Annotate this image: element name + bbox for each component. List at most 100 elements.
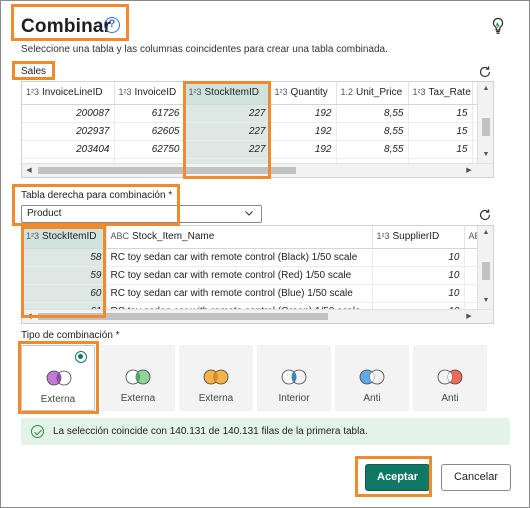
join-option-label: Externa: [120, 393, 156, 404]
table-cell: 62605: [114, 122, 185, 141]
table-cell: 192: [270, 104, 337, 123]
refresh-icon[interactable]: [478, 65, 492, 79]
decimal-type-icon: 1.2: [340, 87, 354, 98]
join-option-label: Externa: [40, 394, 76, 405]
column-header-supplierid[interactable]: 1²3 SupplierID: [372, 226, 465, 249]
table-cell: 200087: [22, 104, 115, 123]
join-option-full-outer[interactable]: Externa: [179, 345, 253, 411]
horizontal-scrollbar[interactable]: ◀ ▶: [22, 163, 493, 177]
table-cell: 15: [408, 104, 473, 123]
table-cell: 62750: [114, 140, 185, 159]
accept-button[interactable]: Aceptar: [365, 464, 430, 491]
scrollbar-thumb[interactable]: [482, 262, 490, 280]
join-option-right-outer[interactable]: Externa: [101, 345, 175, 411]
cancel-button[interactable]: Cancelar: [441, 464, 511, 491]
refresh-icon[interactable]: [478, 208, 492, 222]
table-cell: 227: [184, 140, 271, 159]
join-option-left-anti[interactable]: Anti: [335, 345, 409, 411]
scroll-right-icon[interactable]: ▶: [464, 166, 474, 176]
merge-dialog: Combinar ? Seleccione una tabla y las co…: [0, 0, 530, 508]
table-cell: 60: [22, 284, 107, 303]
lightbulb-icon[interactable]: [491, 17, 505, 35]
scroll-down-icon[interactable]: ▼: [481, 150, 491, 160]
right-table-preview: 1²3 StockItemID ABC Stock_Item_Name 1²3 Sup…: [21, 225, 494, 324]
table-cell: RC toy sedan car with remote control (Re…: [106, 266, 373, 285]
table-cell: 192: [270, 140, 337, 159]
scrollbar-thumb[interactable]: [38, 313, 328, 320]
table-cell: 10: [372, 284, 465, 303]
venn-left-anti-icon: [359, 369, 385, 385]
column-name: Stock_Item_Name: [132, 231, 215, 243]
help-icon[interactable]: ?: [104, 17, 120, 33]
scrollbar-thumb[interactable]: [482, 118, 490, 136]
vertical-scrollbar[interactable]: ▲ ▼: [477, 226, 493, 309]
column-header-quantity[interactable]: 1²3 Quantity: [270, 82, 337, 105]
right-table-dropdown[interactable]: Product: [21, 205, 262, 223]
column-name: Tax_Rate: [428, 87, 471, 99]
column-header-unit-price[interactable]: 1.2 Unit_Price: [336, 82, 409, 105]
whole-number-type-icon: 1²3: [26, 87, 40, 98]
horizontal-scrollbar[interactable]: ◀ ▶: [22, 309, 493, 323]
column-name: Quantity: [290, 87, 328, 99]
check-circle-icon: [31, 425, 44, 438]
column-name: StockItemID: [204, 87, 259, 99]
join-option-inner[interactable]: Interior: [257, 345, 331, 411]
column-header-tax-rate[interactable]: 1²3 Tax_Rate: [408, 82, 473, 105]
table-cell: RC toy sedan car with remote control (Bl…: [106, 248, 373, 267]
scroll-left-icon[interactable]: ◀: [24, 166, 34, 176]
match-status-text: La selección coincide con 140.131 de 140…: [53, 426, 368, 437]
join-option-label: Interior: [278, 393, 310, 404]
join-option-label: Anti: [363, 393, 381, 404]
join-option-right-anti[interactable]: Anti: [413, 345, 487, 411]
table-cell: 15: [408, 140, 473, 159]
dialog-title: Combinar: [21, 16, 112, 37]
whole-number-type-icon: 1²3: [118, 87, 132, 98]
table-cell: 10: [372, 248, 465, 267]
table-row: 60 RC toy sedan car with remote control (…: [22, 284, 491, 303]
scroll-right-icon[interactable]: ▶: [464, 312, 474, 322]
table-cell: 59: [22, 266, 107, 285]
table-row: 58 RC toy sedan car with remote control (…: [22, 248, 491, 267]
column-header-invoicelineid[interactable]: 1²3 InvoiceLineID: [22, 82, 115, 105]
scroll-left-icon[interactable]: ◀: [24, 312, 34, 322]
scrollbar-thumb[interactable]: [38, 167, 296, 174]
table-header-row: 1²3 StockItemID ABC Stock_Item_Name 1²3 Sup…: [22, 226, 491, 249]
column-header-stockitemid[interactable]: 1²3 StockItemID: [184, 82, 271, 105]
table-cell: 227: [184, 122, 271, 141]
match-status-banner: La selección coincide con 140.131 de 140…: [21, 418, 510, 445]
table-cell: 8,55: [336, 140, 409, 159]
table-cell: 203404: [22, 140, 115, 159]
chevron-down-icon: [245, 211, 253, 216]
right-table-selected: Product: [27, 208, 62, 219]
venn-right-anti-icon: [437, 369, 463, 385]
join-option-left-outer[interactable]: Externa: [21, 345, 95, 411]
vertical-scrollbar[interactable]: ▲ ▼: [477, 82, 493, 163]
column-header-stockitemid[interactable]: 1²3 StockItemID: [22, 226, 107, 249]
left-table-name: Sales: [21, 66, 47, 77]
column-header-stock-item-name[interactable]: ABC Stock_Item_Name: [106, 226, 373, 249]
scroll-down-icon[interactable]: ▼: [481, 296, 491, 306]
whole-number-type-icon: 1²3: [26, 231, 40, 242]
column-name: InvoiceLineID: [42, 87, 103, 99]
scroll-up-icon[interactable]: ▲: [481, 84, 491, 94]
venn-full-outer-icon: [203, 369, 229, 385]
table-cell: 15: [408, 122, 473, 141]
column-name: StockItemID: [42, 231, 97, 243]
venn-inner-icon: [281, 369, 307, 385]
table-cell: 227: [184, 104, 271, 123]
table-cell: 58: [22, 248, 107, 267]
table-row: 59 RC toy sedan car with remote control (…: [22, 266, 491, 285]
whole-number-type-icon: 1²3: [274, 87, 288, 98]
table-cell: 192: [270, 122, 337, 141]
right-table-label: Tabla derecha para combinación *: [21, 190, 173, 201]
dialog-subtitle: Seleccione una tabla y las columnas coin…: [21, 44, 388, 55]
left-table-preview: 1²3 InvoiceLineID 1²3 InvoiceID 1²3 StockIt…: [21, 81, 494, 178]
scroll-up-icon[interactable]: ▲: [481, 228, 491, 238]
radio-selected-icon: [75, 351, 87, 363]
text-type-icon: ABC: [110, 231, 130, 242]
column-header-invoiceid[interactable]: 1²3 InvoiceID: [114, 82, 185, 105]
table-row: 200087 61726 227 192 8,55 15: [22, 104, 491, 123]
table-cell: 202937: [22, 122, 115, 141]
column-name: SupplierID: [392, 231, 440, 243]
join-option-label: Externa: [198, 393, 234, 404]
